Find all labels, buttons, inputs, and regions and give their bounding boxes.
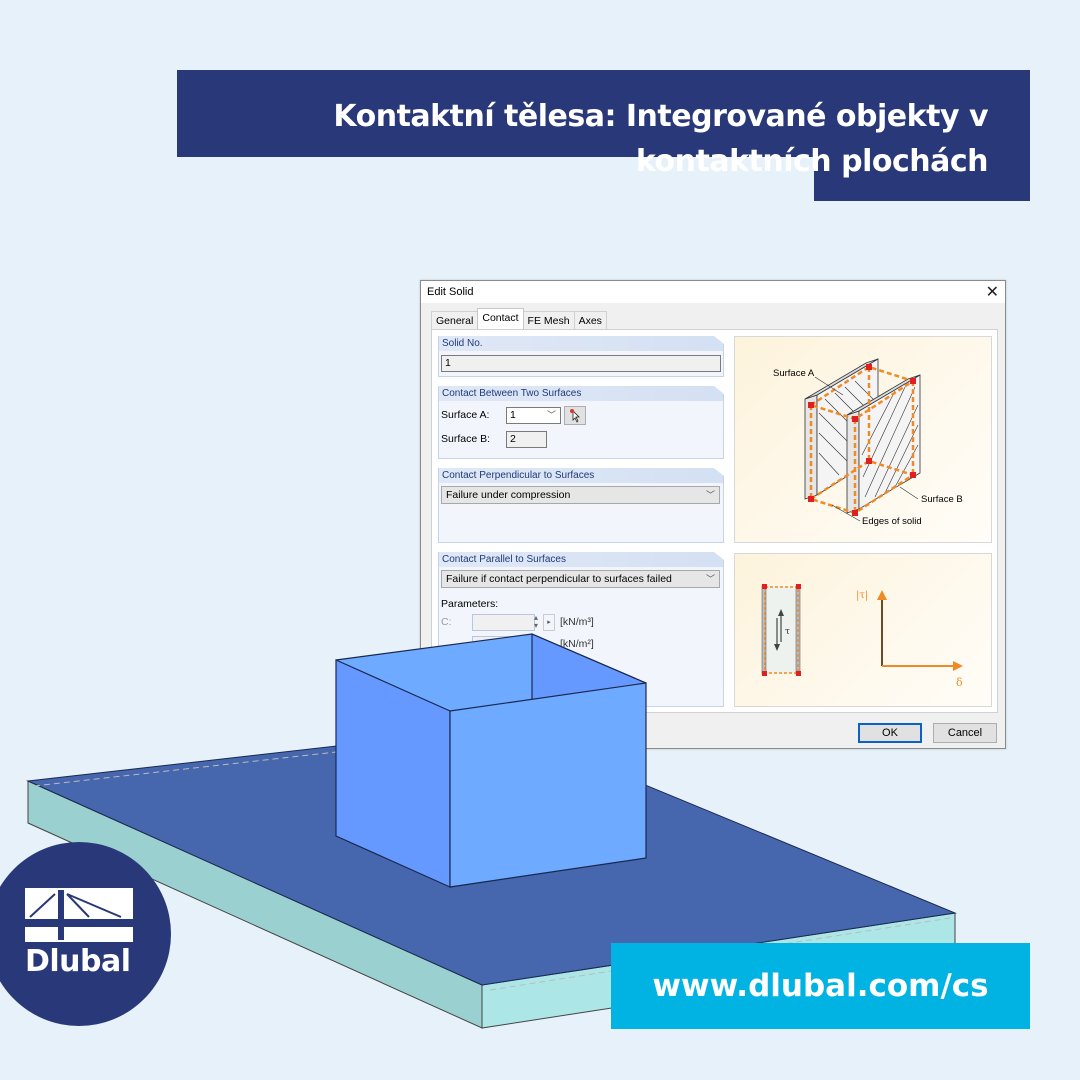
logo-text: Dlubal: [25, 944, 131, 979]
bridge-logo-icon: [25, 888, 133, 942]
tab-contact[interactable]: Contact: [477, 308, 524, 329]
website-link[interactable]: www.dlubal.com/cs: [611, 943, 1030, 1029]
box-front-face: [449, 682, 647, 888]
